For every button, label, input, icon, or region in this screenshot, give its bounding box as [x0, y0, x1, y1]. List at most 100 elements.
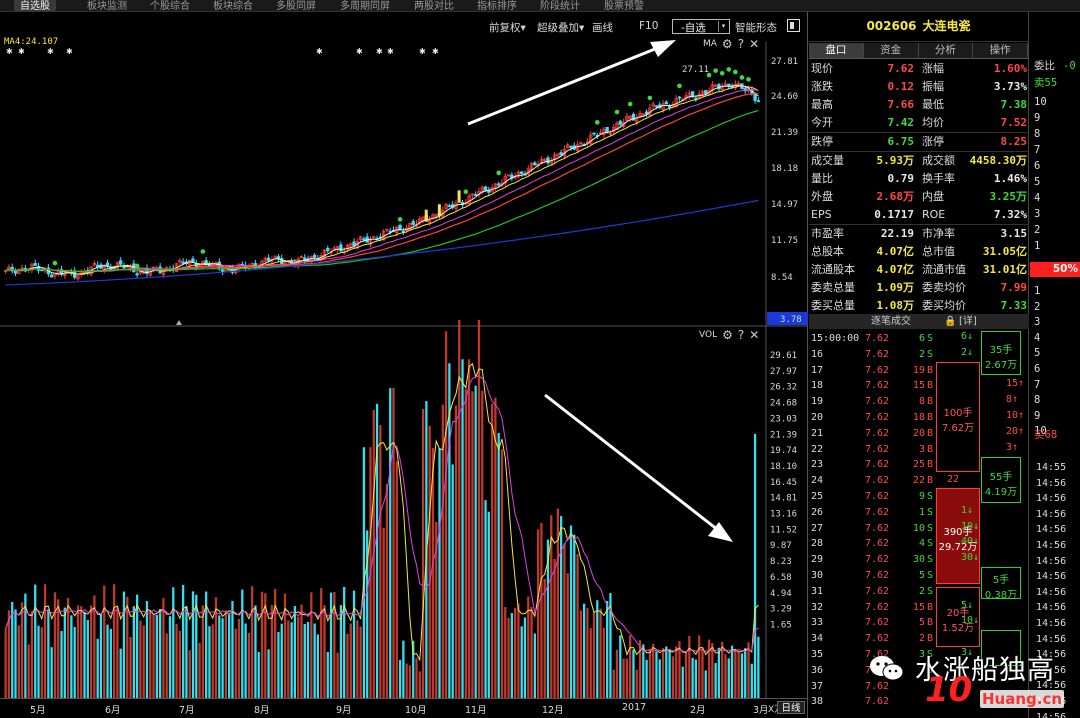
top-tab-stock-overview[interactable]: 个股综合	[150, 0, 190, 11]
tick-price: 7.62	[865, 522, 890, 534]
quote-key: 量比	[811, 172, 833, 185]
volume-bar	[583, 603, 586, 698]
tick-side: B	[926, 364, 933, 376]
volume-bar	[415, 658, 418, 698]
top-tab-alerts[interactable]: 股票预警	[604, 0, 644, 11]
side-tick-volume: 3↑	[1006, 442, 1018, 453]
volume-bar	[40, 627, 43, 698]
tick-time: 34	[811, 633, 824, 645]
candle-body	[497, 183, 501, 186]
month-label: 8月	[254, 705, 270, 716]
kline-chart-area[interactable]: 前复权▾ 超级叠加▾ 画线 F10 -自选 ▾ 智能形态 MA4:24.107 …	[0, 12, 808, 718]
tick-vol-number: 15	[912, 601, 925, 613]
quote-key: EPS	[811, 208, 832, 221]
volume-bar	[198, 643, 201, 698]
candle-body	[352, 241, 356, 246]
tab-operation[interactable]: 操作	[973, 43, 1028, 58]
volume-bar	[694, 659, 698, 698]
tick-time: 21	[811, 427, 824, 439]
volume-bar	[586, 608, 589, 698]
volume-bar	[300, 604, 303, 698]
top-tab-watchlist[interactable]: 自选股	[14, 0, 56, 11]
sell-level: 10	[1034, 96, 1047, 108]
volume-bar	[221, 618, 224, 698]
tick-row: 17 7.62 19 B	[809, 363, 933, 379]
volume-bar	[188, 650, 191, 698]
tick-row: 21 7.62 20 B	[809, 426, 933, 442]
arrow-down-icon: ↓	[973, 520, 980, 532]
volume-bar	[11, 601, 14, 698]
buy-level: 5	[1034, 347, 1041, 360]
volume-bar	[287, 620, 290, 698]
volume-bar	[89, 605, 93, 698]
candle-body	[605, 126, 609, 133]
volume-bar	[704, 670, 707, 698]
top-tab-indicator-sort[interactable]: 指标排序	[477, 0, 517, 11]
volume-bar	[579, 610, 583, 698]
tick-price: 7.62	[865, 601, 890, 613]
volume-bar	[467, 359, 471, 698]
volume-bar	[576, 554, 579, 698]
buy-level: 8	[1034, 394, 1041, 407]
volume-bar	[343, 586, 346, 698]
quote-tabs: 盘口 资金 分析 操作	[809, 43, 1028, 59]
volume-bar	[507, 617, 510, 698]
volume-bar	[389, 388, 392, 698]
tab-funds[interactable]: 资金	[863, 43, 919, 58]
tick-row: 16 7.62 2 S	[809, 347, 933, 363]
top-tab-multi-period[interactable]: 多周期同屏	[340, 0, 390, 11]
star-markers: ✱ ✱ ✱ ✱ ✱ ✱ ✱ ✱ ✱ ✱	[6, 47, 439, 56]
tick-time: 24	[811, 475, 824, 487]
signal-bar	[424, 209, 428, 222]
volume-bar	[707, 639, 711, 698]
quote-key: ROE	[922, 208, 946, 221]
tick-side: S	[926, 333, 933, 344]
volume-bar	[569, 525, 573, 698]
top-tab-multi-stock[interactable]: 多股同屏	[276, 0, 316, 11]
price-axis-tick: 3.78	[780, 315, 802, 325]
kline-chart-svg[interactable]: 27.81 24.60 21.39 18.18 14.97 11.75 8.54 3.78 29…	[0, 12, 808, 698]
tick-time: 15:00:00	[811, 333, 860, 344]
buy-level: 6	[1034, 363, 1041, 375]
candle-body	[569, 145, 573, 148]
lock-icon[interactable]: 🔒	[944, 314, 956, 329]
period-daily-button[interactable]: 日线	[777, 701, 805, 714]
quote-value: 7.62	[887, 62, 915, 75]
tick-side: B	[926, 459, 933, 471]
volume-bar	[428, 425, 431, 698]
tick-row: 25 7.62 9 S	[809, 489, 933, 505]
quote-key: 内盘	[922, 190, 944, 203]
quote-value: 3.15	[1000, 227, 1028, 240]
volume-bar	[178, 630, 181, 698]
box-amount: 4.19万	[984, 487, 1018, 498]
top-tab-sector-monitor[interactable]: 板块监测	[87, 0, 127, 11]
tick-side: S	[926, 570, 933, 581]
tick-price: 7.62	[865, 570, 890, 581]
volume-bar	[629, 635, 632, 698]
arrow-down-icon: ↓	[967, 346, 974, 358]
tick-price: 7.62	[865, 396, 890, 408]
volume-bar	[27, 644, 30, 698]
buy-total: 买68	[1034, 429, 1058, 441]
signal-dot	[733, 69, 738, 75]
signal-dot	[746, 77, 751, 82]
volume-bar	[484, 500, 487, 698]
volume-bar	[57, 599, 60, 698]
volume-bar	[566, 573, 569, 698]
top-tab-compare[interactable]: 两股对比	[414, 0, 454, 11]
top-tab-sector-overview[interactable]: 板块综合	[213, 0, 253, 11]
top-tab-stage-stats[interactable]: 阶段统计	[540, 0, 580, 11]
volume-bar	[734, 648, 737, 698]
volume-bar	[99, 613, 103, 698]
tick-time: 25	[811, 491, 824, 502]
tab-order-book[interactable]: 盘口	[809, 43, 864, 58]
volume-bar	[510, 613, 513, 698]
ticks-detail-link[interactable]: [详]	[959, 314, 977, 329]
volume-bar	[135, 594, 139, 698]
vol-axis-tick: 21.39	[770, 430, 797, 440]
quote-key: 今开	[811, 116, 833, 129]
tick-volume: 1S	[919, 505, 933, 521]
signal-dot	[677, 83, 682, 89]
tab-analysis[interactable]: 分析	[918, 43, 974, 58]
quote-value: 31.05亿	[982, 245, 1027, 258]
